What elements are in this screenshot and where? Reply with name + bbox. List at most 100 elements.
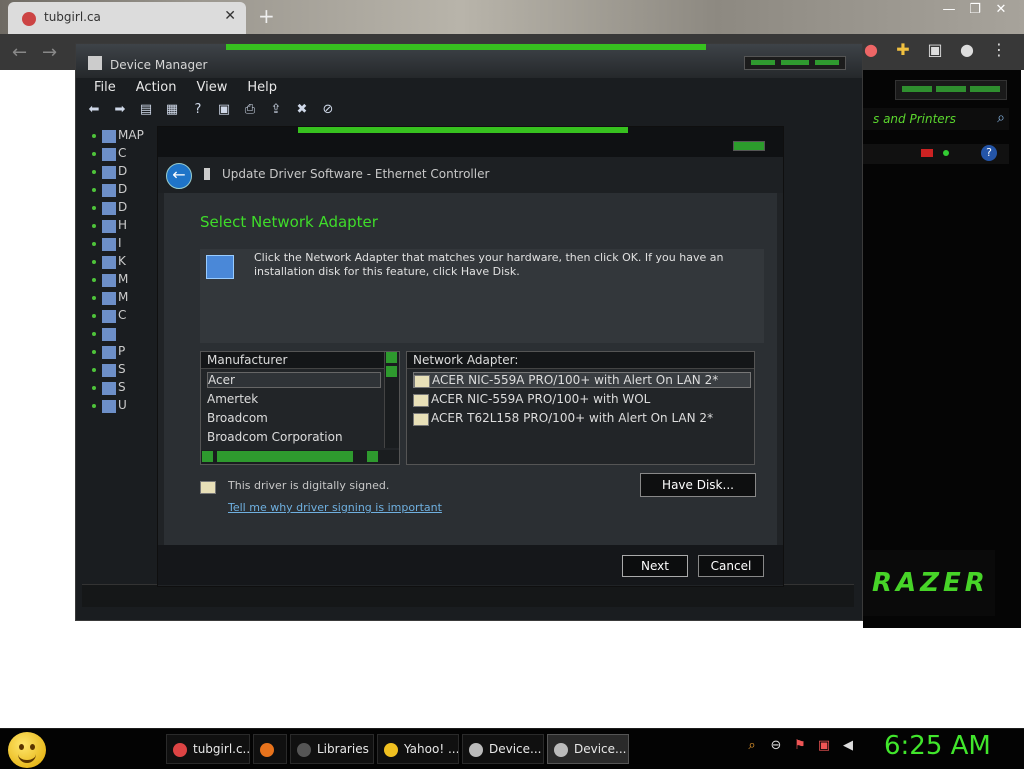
device-tree: MAP C D D D H I K M M C P S S U [84, 128, 154, 588]
certified-driver-icon [414, 375, 430, 388]
taskbar-item-libraries[interactable]: Libraries [290, 734, 374, 764]
tree-item[interactable]: D [84, 200, 154, 218]
taskbar-item-chrome[interactable]: tubgirl.c... [166, 734, 250, 764]
dialog-close-button[interactable] [733, 141, 765, 151]
taskbar-item-yahoo[interactable]: Yahoo! ... [377, 734, 459, 764]
volume-icon[interactable]: ◀ [838, 738, 858, 753]
device-manager-window-controls[interactable] [744, 56, 846, 70]
tree-item[interactable]: S [84, 362, 154, 380]
tree-item[interactable]: M [84, 272, 154, 290]
tree-item[interactable]: K [84, 254, 154, 272]
start-button-smiley-icon[interactable] [8, 732, 46, 768]
certified-driver-icon [413, 413, 429, 426]
adapter-item[interactable]: ACER NIC-559A PRO/100+ with Alert On LAN… [413, 372, 751, 388]
flag-icon[interactable]: ⚑ [790, 738, 810, 753]
tab-close-icon[interactable]: ✕ [224, 8, 236, 24]
menu-dots-icon[interactable]: ⋮ [986, 40, 1012, 62]
show-hide-icon[interactable]: ▦ [162, 102, 182, 120]
menu-action[interactable]: Action [136, 80, 177, 95]
search-icon[interactable]: ⌕ [997, 110, 1005, 126]
tree-item[interactable]: D [84, 182, 154, 200]
menu-view[interactable]: View [196, 80, 227, 95]
devices-search-text: s and Printers [873, 112, 956, 126]
info-text: Click the Network Adapter that matches y… [254, 251, 724, 278]
minus-icon[interactable]: ⊖ [766, 738, 786, 753]
scroll-thumb [217, 451, 353, 462]
next-button[interactable]: Next [622, 555, 688, 577]
libraries-icon [297, 742, 311, 757]
close-window-icon[interactable]: ✕ [988, 2, 1014, 17]
back-arrow-icon[interactable]: ← [12, 42, 27, 63]
device-icon [554, 742, 568, 757]
properties-icon[interactable]: ▤ [136, 102, 156, 120]
tree-item[interactable]: MAP [84, 128, 154, 146]
search-icon[interactable]: ⌕ [742, 738, 762, 753]
manufacturer-list[interactable]: Manufacturer Acer Amertek Broadcom Broad… [200, 351, 400, 465]
new-tab-button[interactable]: + [258, 4, 275, 28]
panel-window-controls [895, 80, 1007, 100]
manufacturer-item[interactable]: Amertek [207, 392, 258, 406]
dialog-accent-bar [298, 127, 628, 133]
taskbar-clock[interactable]: 6:25 AM [884, 731, 991, 761]
extension-icons: ● ✚ ▣ ● ⋮ [852, 40, 1012, 62]
taskbar-item-device-2[interactable]: Device... [547, 734, 629, 764]
manufacturer-header: Manufacturer [201, 352, 399, 369]
browser-tab[interactable]: tubgirl.ca ✕ [8, 2, 246, 34]
manufacturer-item[interactable]: Broadcom [207, 411, 268, 425]
have-disk-button[interactable]: Have Disk... [640, 473, 756, 497]
device-manager-icon [88, 56, 102, 70]
manufacturer-item[interactable]: Broadcom Corporation [207, 430, 343, 444]
cancel-button[interactable]: Cancel [698, 555, 764, 577]
sidebar-icon[interactable]: ▣ [922, 40, 948, 62]
back-arrow-icon[interactable]: ← [166, 163, 192, 189]
manufacturer-vertical-scrollbar[interactable] [384, 352, 399, 448]
view-icon[interactable]: ▣ [214, 102, 234, 120]
driver-signing-link[interactable]: Tell me why driver signing is important [228, 501, 442, 514]
tree-item[interactable]: D [84, 164, 154, 182]
manufacturer-item[interactable]: Acer [207, 372, 381, 388]
help-icon[interactable]: ? [981, 145, 997, 161]
update-driver-icon[interactable]: ⇪ [266, 102, 286, 120]
puzzle-extension-icon[interactable]: ✚ [890, 40, 916, 62]
disable-icon[interactable]: ⊘ [318, 102, 338, 120]
taskbar-item-device-1[interactable]: Device... [462, 734, 544, 764]
adapter-item[interactable]: ACER NIC-559A PRO/100+ with WOL [413, 392, 650, 407]
forward-arrow-icon[interactable]: → [42, 42, 57, 63]
tree-item[interactable]: S [84, 380, 154, 398]
signed-driver-icon [200, 481, 216, 494]
device-manager-menubar: File Action View Help [84, 80, 856, 100]
adapter-item[interactable]: ACER T62L158 PRO/100+ with Alert On LAN … [413, 411, 713, 426]
tree-item[interactable]: U [84, 398, 154, 416]
restore-icon[interactable]: ❐ [962, 2, 988, 17]
driver-signed-status: This driver is digitally signed. [200, 479, 389, 494]
manufacturer-horizontal-scrollbar[interactable] [201, 450, 399, 464]
tree-item[interactable]: H [84, 218, 154, 236]
taskbar-item-firefox[interactable] [253, 734, 287, 764]
uninstall-icon[interactable]: ✖ [292, 102, 312, 120]
tree-item[interactable]: M [84, 290, 154, 308]
device-manager-title: Device Manager [110, 58, 208, 72]
network-icon[interactable]: ▣ [814, 738, 834, 753]
help-icon[interactable]: ? [188, 102, 208, 120]
system-tray: ⌕ ⊖ ⚑ ▣ ◀ [742, 738, 862, 753]
scan-hardware-icon[interactable]: ⎙ [240, 102, 260, 120]
scroll-thumb [386, 366, 397, 377]
tree-item[interactable]: C [84, 146, 154, 164]
network-adapter-list[interactable]: Network Adapter: ACER NIC-559A PRO/100+ … [406, 351, 755, 465]
device-manager-titlebar: Device Manager [76, 44, 862, 78]
menu-file[interactable]: File [94, 80, 116, 95]
devices-search-box[interactable]: s and Printers ⌕ [863, 108, 1009, 130]
device-manager-statusbar [82, 584, 854, 607]
tree-item[interactable]: I [84, 236, 154, 254]
back-icon[interactable]: ⬅ [84, 102, 104, 120]
panel-toolbar: ? [863, 144, 1009, 164]
tree-item[interactable]: P [84, 344, 154, 362]
forward-icon[interactable]: ➡ [110, 102, 130, 120]
tree-item[interactable] [84, 326, 154, 344]
profile-avatar-icon[interactable]: ● [954, 40, 980, 62]
status-dot-icon [943, 150, 949, 156]
tree-item[interactable]: C [84, 308, 154, 326]
minimize-icon[interactable]: — [936, 2, 962, 17]
scroll-right-icon [367, 451, 378, 462]
menu-help[interactable]: Help [247, 80, 277, 95]
